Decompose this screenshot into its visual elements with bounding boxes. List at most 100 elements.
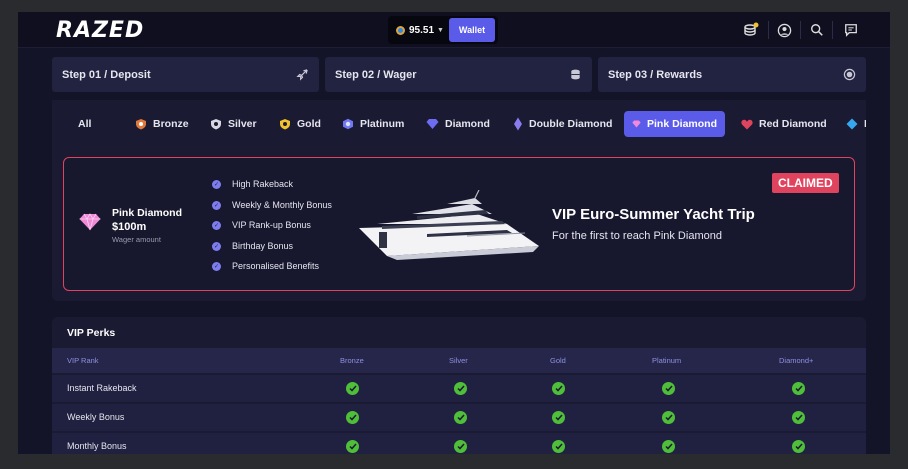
check-circle-icon: ✓	[212, 220, 221, 230]
step-label: Step 01 / Deposit	[62, 68, 151, 81]
reward-subtitle: For the first to reach Pink Diamond	[552, 230, 722, 242]
top-header: RAZED 95.51 ▼ Wallet	[18, 12, 890, 48]
shield-icon	[211, 119, 221, 130]
badge-icon	[843, 68, 856, 81]
check-icon	[454, 382, 467, 395]
check-circle-icon: ✓	[212, 200, 221, 210]
user-profile-icon[interactable]	[775, 21, 793, 39]
balance-amount: 95.51	[409, 24, 435, 36]
wallet-button[interactable]: Wallet	[449, 18, 495, 42]
table-row: Monthly Bonus	[52, 433, 866, 454]
column-header: Platinum	[652, 356, 682, 365]
tab-label: Bl	[864, 118, 866, 130]
column-header: VIP Rank	[67, 356, 99, 365]
tab-gold[interactable]: Gold	[271, 111, 329, 137]
step-deposit[interactable]: Step 01 / Deposit	[52, 57, 319, 92]
tab-silver[interactable]: Silver	[202, 111, 265, 137]
tab-bronze[interactable]: Bronze	[127, 111, 197, 137]
column-header: Diamond+	[779, 356, 814, 365]
table-header: VIP Rank Bronze Silver Gold Platinum Dia…	[52, 348, 866, 373]
check-icon	[454, 411, 467, 424]
pink-diamond-icon	[79, 213, 101, 236]
benefit-item: ✓ Weekly & Monthly Bonus	[212, 200, 332, 210]
check-icon	[792, 382, 805, 395]
benefit-item: ✓ High Rakeback	[212, 179, 293, 189]
benefit-label: Weekly & Monthly Bonus	[232, 200, 332, 210]
step-rewards[interactable]: Step 03 / Rewards	[598, 57, 866, 92]
rocket-icon	[296, 68, 309, 81]
check-icon	[346, 411, 359, 424]
benefit-item: ✓ Personalised Benefits	[212, 261, 319, 271]
tab-pink-diamond[interactable]: Pink Diamond	[624, 111, 725, 137]
reward-panel: Pink Diamond $100m Wager amount ✓ High R…	[52, 148, 866, 301]
tab-label: Pink Diamond	[646, 118, 717, 130]
tab-platinum[interactable]: Platinum	[334, 111, 412, 137]
tier-name: Pink Diamond	[112, 207, 183, 219]
check-icon	[552, 382, 565, 395]
vip-perks-table: VIP Perks VIP Rank Bronze Silver Gold Pl…	[52, 317, 866, 454]
chevron-down-icon: ▼	[437, 26, 444, 34]
tab-label: Double Diamond	[529, 118, 613, 130]
benefit-label: VIP Rank-up Bonus	[232, 220, 311, 230]
header-divider	[832, 21, 833, 39]
diamond-icon	[632, 120, 641, 128]
step-label: Step 02 / Wager	[335, 68, 417, 81]
razed-logo[interactable]: RAZED	[56, 18, 144, 43]
yacht-image	[359, 190, 539, 260]
perk-label: Weekly Bonus	[67, 412, 125, 422]
step-wager[interactable]: Step 02 / Wager	[325, 57, 592, 92]
tab-label: Silver	[228, 118, 257, 130]
check-icon	[662, 440, 675, 453]
tab-diamond[interactable]: Diamond	[418, 111, 498, 137]
check-icon	[346, 382, 359, 395]
claimed-badge: CLAIMED	[772, 173, 839, 193]
check-icon	[662, 382, 675, 395]
shield-icon	[280, 119, 290, 130]
tab-double-diamond[interactable]: Double Diamond	[505, 111, 620, 137]
shield-icon	[136, 119, 146, 130]
heart-icon	[741, 119, 753, 129]
check-icon	[552, 411, 565, 424]
tab-label: Bronze	[153, 118, 189, 130]
rewards-coins-icon[interactable]	[742, 21, 760, 39]
tab-label: All	[78, 118, 92, 130]
tab-blue-diamond[interactable]: Bl	[838, 111, 866, 137]
wager-amount: $100m	[112, 221, 147, 233]
tab-red-diamond[interactable]: Red Diamond	[733, 111, 835, 137]
wager-amount-caption: Wager amount	[112, 235, 161, 244]
coin-icon	[396, 25, 405, 35]
check-icon	[346, 440, 359, 453]
header-divider	[800, 21, 801, 39]
check-icon	[454, 440, 467, 453]
check-circle-icon: ✓	[212, 261, 221, 271]
check-icon	[792, 411, 805, 424]
double-diamond-icon	[514, 117, 522, 131]
search-icon[interactable]	[808, 21, 826, 39]
perk-label: Instant Rakeback	[67, 383, 137, 393]
table-row: Weekly Bonus	[52, 404, 866, 431]
check-icon	[662, 411, 675, 424]
column-header: Bronze	[340, 356, 364, 365]
reward-card: Pink Diamond $100m Wager amount ✓ High R…	[63, 157, 855, 291]
tab-label: Platinum	[360, 118, 405, 130]
table-row: Instant Rakeback	[52, 375, 866, 402]
perks-title: VIP Perks	[67, 327, 116, 339]
header-divider	[768, 21, 769, 39]
check-icon	[552, 440, 565, 453]
column-header: Gold	[550, 356, 566, 365]
reward-title: VIP Euro-Summer Yacht Trip	[552, 206, 755, 223]
balance-selector[interactable]: 95.51 ▼ Wallet	[388, 16, 498, 44]
benefit-item: ✓ Birthday Bonus	[212, 241, 293, 251]
check-circle-icon: ✓	[212, 241, 221, 251]
chat-icon[interactable]	[842, 21, 860, 39]
check-circle-icon: ✓	[212, 179, 221, 189]
app-frame: RAZED 95.51 ▼ Wallet Step 01 / Deposit S…	[18, 12, 890, 454]
tab-all[interactable]: All	[70, 111, 99, 137]
tab-label: Red Diamond	[759, 118, 827, 130]
benefit-label: High Rakeback	[232, 179, 294, 189]
hex-shield-icon	[343, 118, 353, 130]
benefit-item: ✓ VIP Rank-up Bonus	[212, 220, 311, 230]
step-label: Step 03 / Rewards	[608, 68, 703, 81]
diamond-icon	[426, 119, 439, 129]
benefit-label: Personalised Benefits	[232, 261, 320, 271]
